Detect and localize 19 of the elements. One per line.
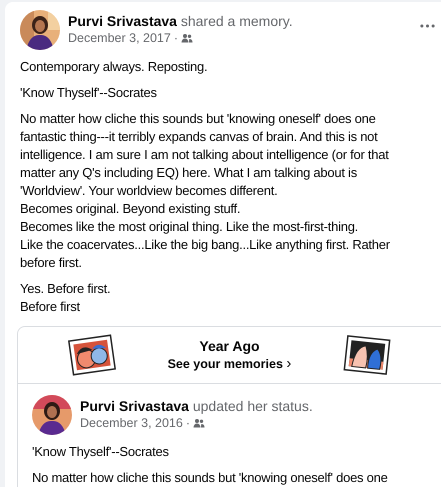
author-link[interactable]: Purvi Srivastava [68,13,177,29]
post-text: 'Know Thyself'--Socrates [32,443,170,461]
post-text: No matter how cliche this sounds but 'knowing oneself' does one [32,469,389,487]
memory-title: Year Ago [199,337,260,355]
date-link[interactable]: December 3, 2017 [68,30,171,46]
separator-text: · [186,415,190,431]
post-text: Contemporary always. Reposting. [20,58,208,76]
action-text: updated her status. [192,398,313,414]
friends-icon [181,33,194,43]
author-link[interactable]: Purvi Srivastava [80,398,189,414]
action-text: shared a memory. [180,13,293,29]
see-memories-link[interactable]: See your memories › [168,355,292,373]
date-link[interactable]: December 3, 2016 [80,415,183,431]
post-text: No matter how cliche this sounds but 'knowing oneself' does one fantastic thing---it terribly expands canvas of brain. And this is not intelligence. I am sure I am not talking about intelligence (or for that matter any Q's including EQ) here. What I am talking about is 'Worldview'. Your worldview becomes different. Becomes original. Beyond existing stuff. Becomes like the most original thing. Like the most-first-thing. Like the coacervates...Like the big bang...Like anything first. Rather before first. [20,110,391,272]
friends-icon [193,418,206,428]
separator-text: · [174,30,178,46]
more-options-icon[interactable] [420,24,435,28]
post-text: 'Know Thyself'--Socrates [20,84,158,102]
post-text: Yes. Before first. Before first [20,280,112,316]
